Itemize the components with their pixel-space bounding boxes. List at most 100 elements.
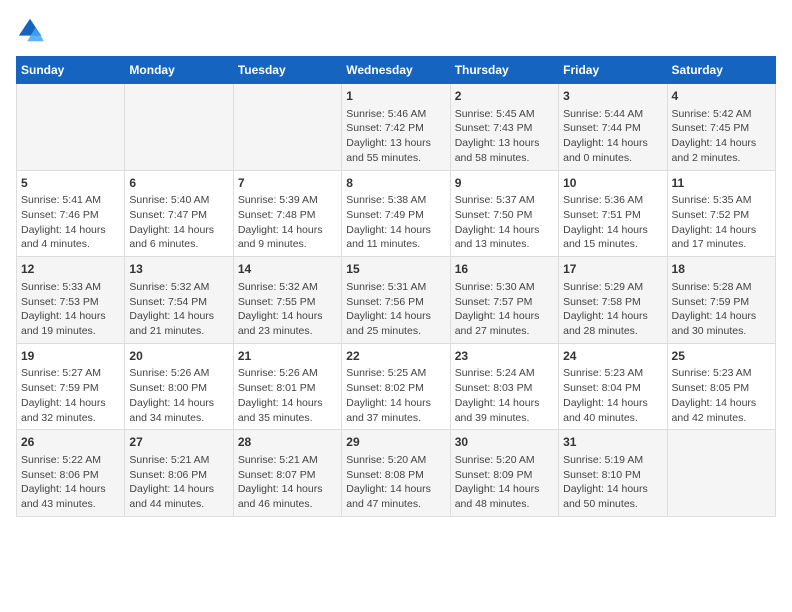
calendar-cell: 3 Sunrise: 5:44 AM Sunset: 7:44 PM Daylig… [559, 84, 667, 171]
calendar-cell: 23Sunrise: 5:24 AM Sunset: 8:03 PM Dayli… [450, 343, 558, 430]
calendar-cell: 5Sunrise: 5:41 AM Sunset: 7:46 PM Daylig… [17, 170, 125, 257]
day-number: 19 [21, 348, 120, 365]
day-info: Sunrise: 5:21 AM Sunset: 8:06 PM Dayligh… [129, 453, 228, 512]
header-wednesday: Wednesday [342, 57, 450, 84]
header [16, 16, 776, 44]
day-number: 15 [346, 261, 445, 278]
day-number: 22 [346, 348, 445, 365]
day-number: 8 [346, 175, 445, 192]
day-info: Sunrise: 5:20 AM Sunset: 8:09 PM Dayligh… [455, 453, 554, 512]
day-info: Sunrise: 5:36 AM Sunset: 7:51 PM Dayligh… [563, 193, 662, 252]
calendar-cell: 15 Sunrise: 5:31 AM Sunset: 7:56 PM Dayli… [342, 257, 450, 344]
header-monday: Monday [125, 57, 233, 84]
calendar-cell: 18Sunrise: 5:28 AM Sunset: 7:59 PM Dayli… [667, 257, 775, 344]
day-info: Sunrise: 5:35 AM Sunset: 7:52 PM Dayligh… [672, 193, 771, 252]
calendar-cell: 21Sunrise: 5:26 AM Sunset: 8:01 PM Dayli… [233, 343, 341, 430]
day-info: Sunrise: 5:28 AM Sunset: 7:59 PM Dayligh… [672, 280, 771, 339]
day-number: 3 [563, 88, 662, 105]
day-number: 29 [346, 434, 445, 451]
day-info: Sunrise: 5:46 AM Sunset: 7:42 PM Dayligh… [346, 107, 445, 166]
day-number: 1 [346, 88, 445, 105]
calendar-cell: 24Sunrise: 5:23 AM Sunset: 8:04 PM Dayli… [559, 343, 667, 430]
header-sunday: Sunday [17, 57, 125, 84]
day-info: Sunrise: 5:21 AM Sunset: 8:07 PM Dayligh… [238, 453, 337, 512]
day-info: Sunrise: 5:23 AM Sunset: 8:05 PM Dayligh… [672, 366, 771, 425]
day-number: 2 [455, 88, 554, 105]
day-info: Sunrise: 5:44 AM Sunset: 7:44 PM Dayligh… [563, 107, 662, 166]
day-info: Sunrise: 5:32 AM Sunset: 7:54 PM Dayligh… [129, 280, 228, 339]
calendar-cell: 27 Sunrise: 5:21 AM Sunset: 8:06 PM Dayli… [125, 430, 233, 517]
day-info: Sunrise: 5:22 AM Sunset: 8:06 PM Dayligh… [21, 453, 120, 512]
calendar-cell: 9Sunrise: 5:37 AM Sunset: 7:50 PM Daylig… [450, 170, 558, 257]
day-info: Sunrise: 5:45 AM Sunset: 7:43 PM Dayligh… [455, 107, 554, 166]
calendar-cell: 13 Sunrise: 5:32 AM Sunset: 7:54 PM Dayli… [125, 257, 233, 344]
day-number: 10 [563, 175, 662, 192]
day-number: 24 [563, 348, 662, 365]
calendar-week-row: 5Sunrise: 5:41 AM Sunset: 7:46 PM Daylig… [17, 170, 776, 257]
day-number: 16 [455, 261, 554, 278]
day-info: Sunrise: 5:37 AM Sunset: 7:50 PM Dayligh… [455, 193, 554, 252]
day-number: 31 [563, 434, 662, 451]
day-number: 30 [455, 434, 554, 451]
calendar-table: SundayMondayTuesdayWednesdayThursdayFrid… [16, 56, 776, 517]
day-number: 4 [672, 88, 771, 105]
day-info: Sunrise: 5:38 AM Sunset: 7:49 PM Dayligh… [346, 193, 445, 252]
calendar-cell: 29 Sunrise: 5:20 AM Sunset: 8:08 PM Dayli… [342, 430, 450, 517]
calendar-cell [125, 84, 233, 171]
calendar-cell: 12 Sunrise: 5:33 AM Sunset: 7:53 PM Dayli… [17, 257, 125, 344]
calendar-cell [233, 84, 341, 171]
calendar-cell: 20Sunrise: 5:26 AM Sunset: 8:00 PM Dayli… [125, 343, 233, 430]
day-info: Sunrise: 5:26 AM Sunset: 8:00 PM Dayligh… [129, 366, 228, 425]
day-number: 12 [21, 261, 120, 278]
calendar-cell: 25Sunrise: 5:23 AM Sunset: 8:05 PM Dayli… [667, 343, 775, 430]
day-number: 28 [238, 434, 337, 451]
day-info: Sunrise: 5:31 AM Sunset: 7:56 PM Dayligh… [346, 280, 445, 339]
day-number: 27 [129, 434, 228, 451]
day-number: 17 [563, 261, 662, 278]
day-info: Sunrise: 5:33 AM Sunset: 7:53 PM Dayligh… [21, 280, 120, 339]
day-info: Sunrise: 5:29 AM Sunset: 7:58 PM Dayligh… [563, 280, 662, 339]
day-number: 13 [129, 261, 228, 278]
day-info: Sunrise: 5:42 AM Sunset: 7:45 PM Dayligh… [672, 107, 771, 166]
calendar-cell [667, 430, 775, 517]
day-number: 5 [21, 175, 120, 192]
calendar-cell: 7Sunrise: 5:39 AM Sunset: 7:48 PM Daylig… [233, 170, 341, 257]
day-number: 14 [238, 261, 337, 278]
calendar-cell: 4 Sunrise: 5:42 AM Sunset: 7:45 PM Daylig… [667, 84, 775, 171]
day-info: Sunrise: 5:26 AM Sunset: 8:01 PM Dayligh… [238, 366, 337, 425]
calendar-cell: 19Sunrise: 5:27 AM Sunset: 7:59 PM Dayli… [17, 343, 125, 430]
calendar-week-row: 12 Sunrise: 5:33 AM Sunset: 7:53 PM Dayli… [17, 257, 776, 344]
day-info: Sunrise: 5:41 AM Sunset: 7:46 PM Dayligh… [21, 193, 120, 252]
day-number: 23 [455, 348, 554, 365]
calendar-cell: 16 Sunrise: 5:30 AM Sunset: 7:57 PM Dayli… [450, 257, 558, 344]
header-thursday: Thursday [450, 57, 558, 84]
day-info: Sunrise: 5:27 AM Sunset: 7:59 PM Dayligh… [21, 366, 120, 425]
calendar-cell: 28 Sunrise: 5:21 AM Sunset: 8:07 PM Dayli… [233, 430, 341, 517]
day-info: Sunrise: 5:23 AM Sunset: 8:04 PM Dayligh… [563, 366, 662, 425]
calendar-cell: 8Sunrise: 5:38 AM Sunset: 7:49 PM Daylig… [342, 170, 450, 257]
day-number: 6 [129, 175, 228, 192]
day-info: Sunrise: 5:25 AM Sunset: 8:02 PM Dayligh… [346, 366, 445, 425]
day-info: Sunrise: 5:20 AM Sunset: 8:08 PM Dayligh… [346, 453, 445, 512]
calendar-cell: 14Sunrise: 5:32 AM Sunset: 7:55 PM Dayli… [233, 257, 341, 344]
calendar-week-row: 26Sunrise: 5:22 AM Sunset: 8:06 PM Dayli… [17, 430, 776, 517]
day-number: 20 [129, 348, 228, 365]
calendar-cell: 26Sunrise: 5:22 AM Sunset: 8:06 PM Dayli… [17, 430, 125, 517]
calendar-cell: 31 Sunrise: 5:19 AM Sunset: 8:10 PM Dayli… [559, 430, 667, 517]
day-info: Sunrise: 5:24 AM Sunset: 8:03 PM Dayligh… [455, 366, 554, 425]
calendar-cell: 2 Sunrise: 5:45 AM Sunset: 7:43 PM Daylig… [450, 84, 558, 171]
day-info: Sunrise: 5:40 AM Sunset: 7:47 PM Dayligh… [129, 193, 228, 252]
header-tuesday: Tuesday [233, 57, 341, 84]
logo [16, 16, 48, 44]
calendar-cell: 30 Sunrise: 5:20 AM Sunset: 8:09 PM Dayli… [450, 430, 558, 517]
calendar-week-row: 19Sunrise: 5:27 AM Sunset: 7:59 PM Dayli… [17, 343, 776, 430]
calendar-cell [17, 84, 125, 171]
calendar-week-row: 1 Sunrise: 5:46 AM Sunset: 7:42 PM Daylig… [17, 84, 776, 171]
calendar-cell: 1 Sunrise: 5:46 AM Sunset: 7:42 PM Daylig… [342, 84, 450, 171]
day-info: Sunrise: 5:19 AM Sunset: 8:10 PM Dayligh… [563, 453, 662, 512]
day-info: Sunrise: 5:30 AM Sunset: 7:57 PM Dayligh… [455, 280, 554, 339]
calendar-cell: 22Sunrise: 5:25 AM Sunset: 8:02 PM Dayli… [342, 343, 450, 430]
calendar-cell: 11Sunrise: 5:35 AM Sunset: 7:52 PM Dayli… [667, 170, 775, 257]
calendar-cell: 6Sunrise: 5:40 AM Sunset: 7:47 PM Daylig… [125, 170, 233, 257]
day-number: 9 [455, 175, 554, 192]
